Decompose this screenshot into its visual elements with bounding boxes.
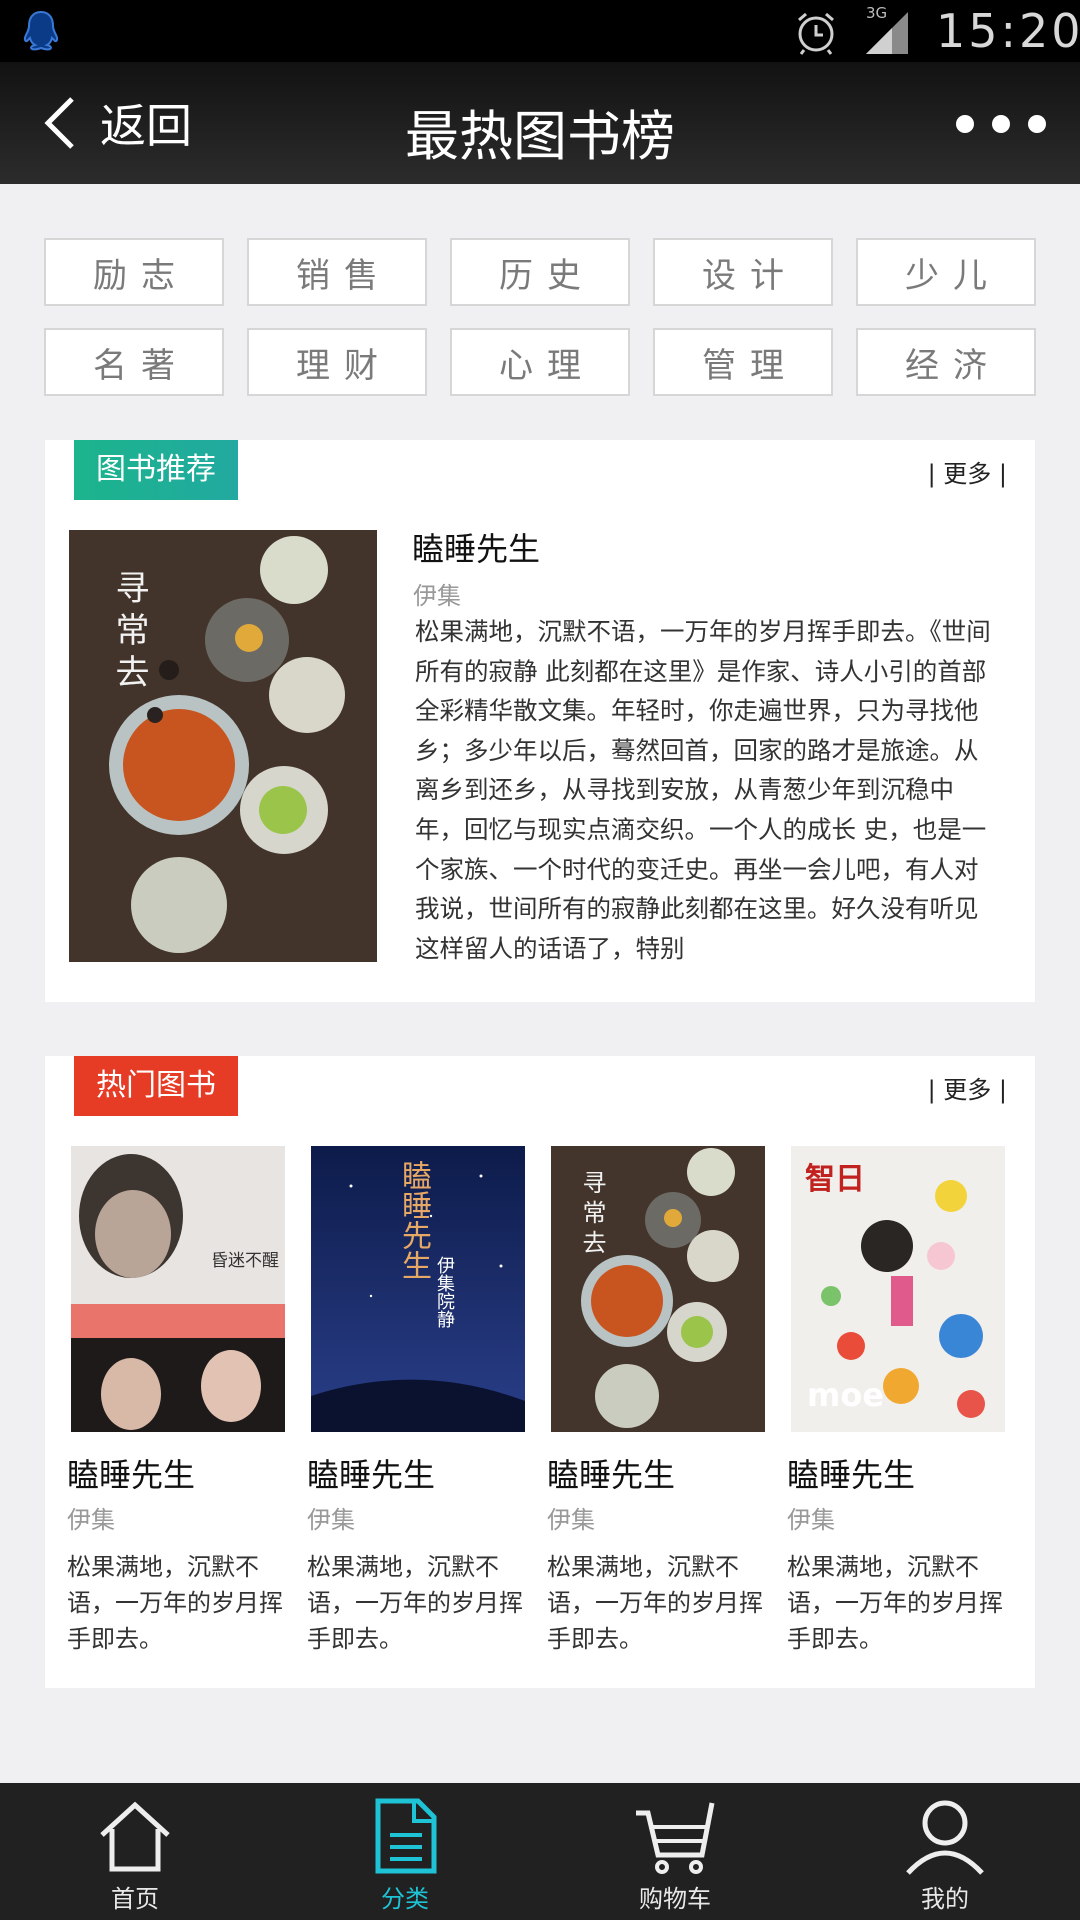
more-options-button[interactable] bbox=[956, 106, 1046, 142]
category-button[interactable]: 心理 bbox=[450, 328, 630, 396]
back-label: 返回 bbox=[100, 99, 192, 153]
section-tag: 热门图书 bbox=[74, 1056, 238, 1116]
book-description: 松果满地，沉默不语，一万年的岁月挥手即去。《世间所有的寂静 此刻都在这里》是作家… bbox=[415, 617, 991, 962]
book-cover-title: 昏迷不醒 bbox=[211, 1251, 279, 1271]
signal-strength-icon bbox=[866, 12, 908, 54]
category-button[interactable]: 名著 bbox=[44, 328, 224, 396]
book-cover-title: 寻常去 bbox=[109, 570, 149, 696]
tab-label: 分类 bbox=[381, 1885, 429, 1913]
chevron-left-icon bbox=[44, 97, 74, 149]
category-button[interactable]: 理财 bbox=[247, 328, 427, 396]
category-button[interactable]: 设计 bbox=[653, 238, 833, 306]
more-link[interactable]: | 更多 | bbox=[928, 454, 1007, 489]
tab-home[interactable]: 首页 bbox=[0, 1783, 270, 1920]
category-document-icon bbox=[375, 1798, 437, 1874]
book-author: 伊集 bbox=[67, 1506, 115, 1534]
recommend-section: 图书推荐 | 更多 | 寻常去 瞌睡先生 伊集 松果满地，沉默不语，一万年的岁月… bbox=[45, 440, 1035, 1002]
book-author: 伊集 bbox=[413, 582, 461, 610]
tab-label: 我的 bbox=[921, 1885, 969, 1913]
home-icon bbox=[100, 1801, 170, 1872]
status-time: 15:20 bbox=[936, 4, 1080, 58]
book-cover[interactable]: 智日 moe bbox=[791, 1146, 1005, 1432]
book-title: 瞌睡先生 bbox=[307, 1456, 436, 1494]
category-button[interactable]: 励志 bbox=[44, 238, 224, 306]
category-button[interactable]: 管理 bbox=[653, 328, 833, 396]
nav-bar: 返回 最热图书榜 bbox=[0, 62, 1080, 184]
bottom-tab-bar: 首页 分类 购物车 我的 bbox=[0, 1783, 1080, 1920]
book-cover[interactable]: 寻常去 bbox=[551, 1146, 765, 1432]
category-button[interactable]: 销售 bbox=[247, 238, 427, 306]
book-description: 松果满地，沉默不语，一万年的岁月挥手即去。 bbox=[307, 1553, 523, 1653]
qq-icon bbox=[23, 10, 59, 51]
tab-label: 首页 bbox=[111, 1885, 159, 1913]
tab-label: 购物车 bbox=[639, 1885, 711, 1913]
book-card[interactable]: 瞌睡先生 伊集院静 瞌睡先生 伊集 松果满地，沉默不语，一万年的岁月挥手即去。 bbox=[307, 1146, 525, 1657]
tab-mine[interactable]: 我的 bbox=[810, 1783, 1080, 1920]
book-author: 伊集 bbox=[307, 1506, 355, 1534]
back-button[interactable]: 返回 bbox=[40, 90, 192, 156]
category-button[interactable]: 经济 bbox=[856, 328, 1036, 396]
book-cover[interactable]: 昏迷不醒 bbox=[71, 1146, 285, 1432]
tab-cart[interactable]: 购物车 bbox=[540, 1783, 810, 1920]
book-title: 瞌睡先生 bbox=[412, 530, 541, 568]
book-cover-title: 寻常去 bbox=[578, 1170, 606, 1260]
user-icon bbox=[906, 1800, 984, 1875]
category-button[interactable]: 少儿 bbox=[856, 238, 1036, 306]
alarm-clock-icon bbox=[798, 12, 834, 55]
cart-icon bbox=[636, 1802, 715, 1874]
book-title: 瞌睡先生 bbox=[67, 1456, 196, 1494]
book-cover-title: 智日 bbox=[805, 1162, 865, 1197]
book-title: 瞌睡先生 bbox=[787, 1456, 916, 1494]
book-title: 瞌睡先生 bbox=[547, 1456, 676, 1494]
more-dots-icon bbox=[956, 115, 974, 133]
book-description: 松果满地，沉默不语，一万年的岁月挥手即去。 bbox=[787, 1553, 1003, 1653]
book-description: 松果满地，沉默不语，一万年的岁月挥手即去。 bbox=[547, 1553, 763, 1653]
book-description: 松果满地，沉默不语，一万年的岁月挥手即去。 bbox=[67, 1553, 283, 1653]
book-cover-image bbox=[71, 1146, 285, 1432]
book-cover-subtitle: moe bbox=[807, 1376, 885, 1414]
tab-category[interactable]: 分类 bbox=[270, 1783, 540, 1920]
status-bar: 3G 15:20 bbox=[0, 0, 1080, 62]
book-cover-author: 伊集院静 bbox=[434, 1256, 455, 1328]
section-tag: 图书推荐 bbox=[74, 440, 238, 500]
more-link[interactable]: | 更多 | bbox=[928, 1070, 1007, 1105]
book-author: 伊集 bbox=[787, 1506, 835, 1534]
book-cover[interactable]: 寻常去 bbox=[69, 530, 377, 962]
book-card[interactable]: 智日 moe 瞌睡先生 伊集 松果满地，沉默不语，一万年的岁月挥手即去。 bbox=[787, 1146, 1005, 1657]
book-cover-title: 瞌睡先生 bbox=[396, 1160, 431, 1280]
category-grid: 励志 销售 历史 设计 少儿 名著 理财 心理 管理 经济 bbox=[44, 238, 1036, 396]
book-cover[interactable]: 瞌睡先生 伊集院静 bbox=[311, 1146, 525, 1432]
book-card[interactable]: 昏迷不醒 瞌睡先生 伊集 松果满地，沉默不语，一万年的岁月挥手即去。 bbox=[67, 1146, 285, 1657]
book-author: 伊集 bbox=[547, 1506, 595, 1534]
category-button[interactable]: 历史 bbox=[450, 238, 630, 306]
hot-books-section: 热门图书 | 更多 | 昏迷不醒 瞌睡先生 伊集 松果满地，沉默不语，一万年的岁… bbox=[45, 1056, 1035, 1688]
book-card[interactable]: 寻常去 瞌睡先生 伊集 松果满地，沉默不语，一万年的岁月挥手即去。 bbox=[547, 1146, 765, 1657]
